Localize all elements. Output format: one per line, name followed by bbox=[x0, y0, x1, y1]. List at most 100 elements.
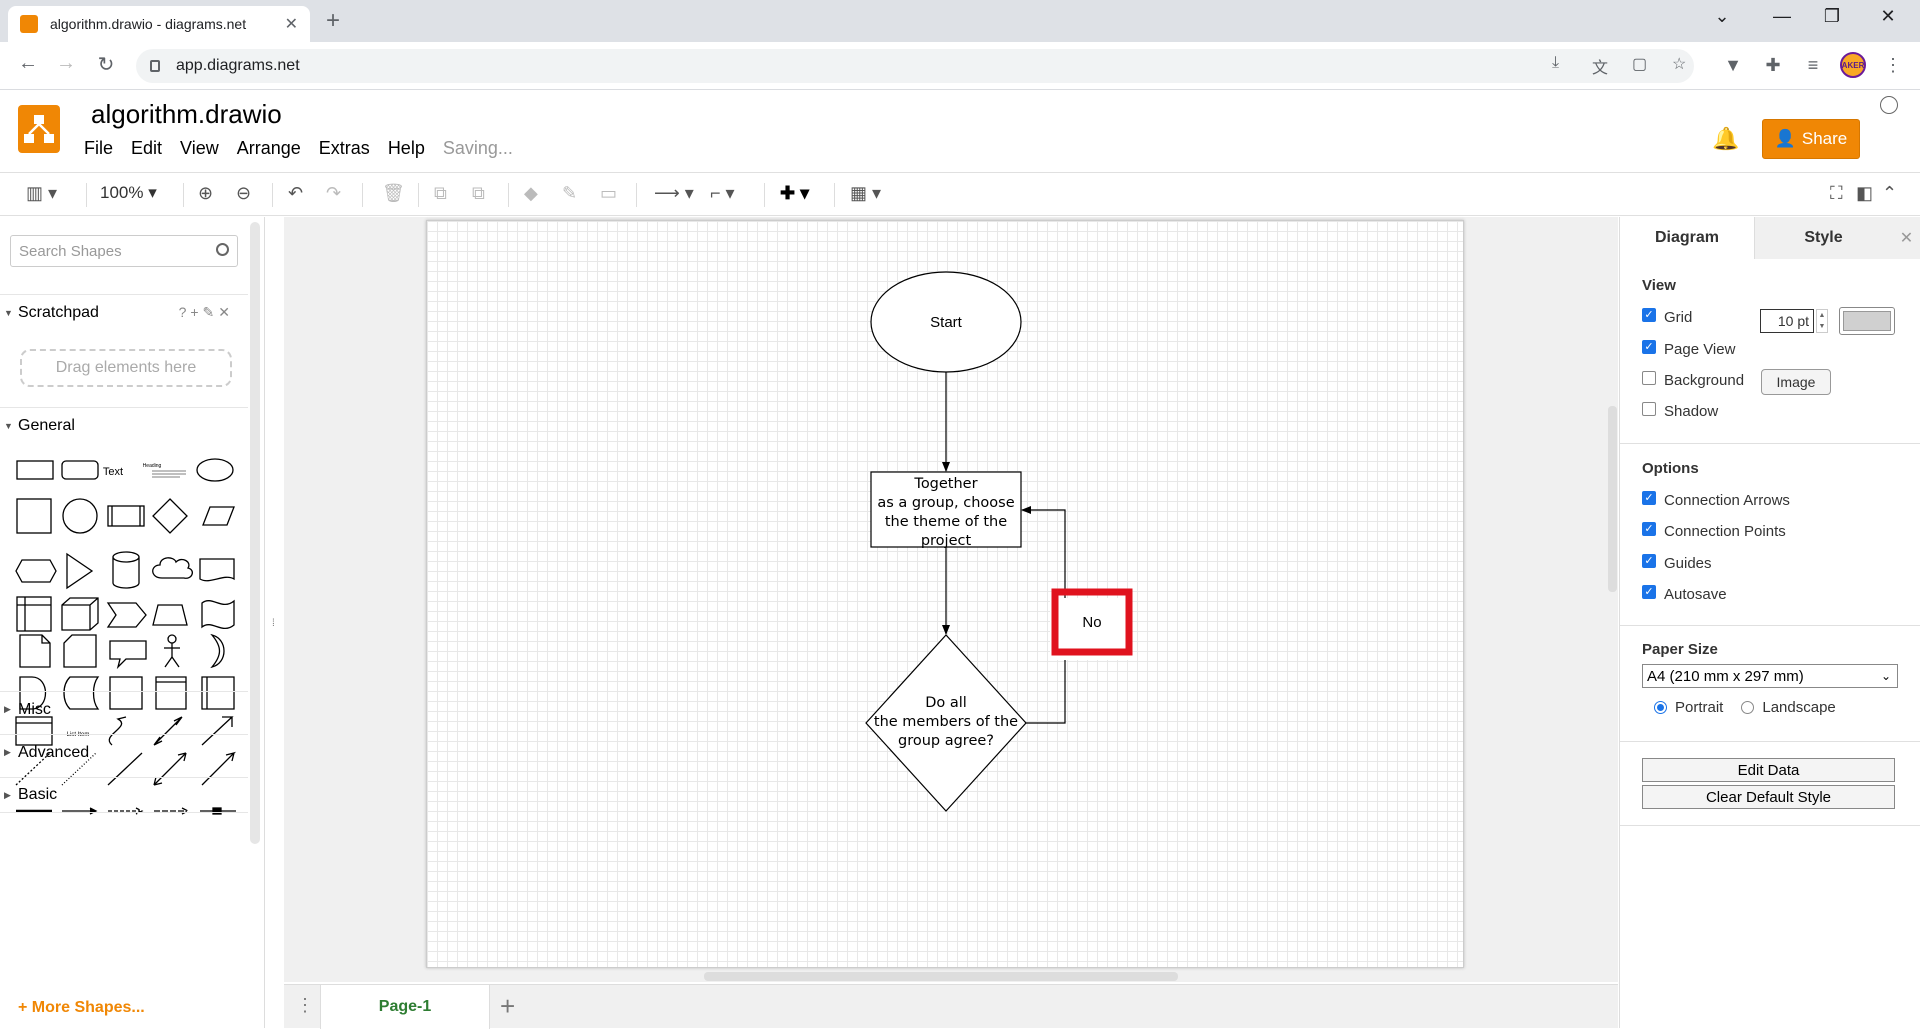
canvas-horizontal-scrollbar[interactable] bbox=[704, 972, 1178, 981]
autosave-checkbox[interactable]: ✓ bbox=[1642, 584, 1656, 599]
fullscreen-icon[interactable]: ⛶ bbox=[1830, 183, 1843, 204]
extensions-puzzle-icon[interactable]: ✚ bbox=[1760, 55, 1786, 76]
grid-size-input[interactable]: 10 pt bbox=[1760, 309, 1814, 333]
background-image-button[interactable]: Image bbox=[1761, 369, 1831, 395]
tab-style[interactable]: Style bbox=[1754, 217, 1892, 259]
shapes-scrollbar[interactable] bbox=[250, 222, 260, 844]
format-panel-toggle-icon[interactable]: ▥ ▾ bbox=[26, 183, 57, 204]
advanced-header[interactable]: ▶ Advanced bbox=[0, 734, 248, 770]
insert-plus-icon[interactable]: ✚ ▾ bbox=[780, 183, 809, 204]
language-globe-icon[interactable] bbox=[1880, 96, 1898, 114]
fill-color-icon[interactable]: ◆ bbox=[524, 183, 538, 204]
add-page-icon[interactable]: + bbox=[500, 991, 515, 1022]
shapes-panel: Search Shapes ▼ Scratchpad ?+✎✕ Drag ele… bbox=[0, 217, 265, 1028]
grid-size-stepper[interactable]: ▲ ▼ bbox=[1816, 309, 1828, 333]
menu-extras[interactable]: Extras bbox=[319, 138, 370, 159]
close-tab-icon[interactable]: ✕ bbox=[285, 14, 298, 34]
shape-ellipse bbox=[196, 458, 234, 482]
reload-icon[interactable]: ↻ bbox=[92, 52, 120, 77]
tab-search-icon[interactable]: ⌄ bbox=[1702, 6, 1742, 27]
paper-size-select[interactable]: A4 (210 mm x 297 mm) ⌄ bbox=[1642, 664, 1898, 688]
shadow-checkbox[interactable] bbox=[1642, 401, 1656, 416]
restore-icon[interactable]: ❐ bbox=[1812, 6, 1852, 27]
more-shapes-button[interactable]: + More Shapes... bbox=[18, 999, 145, 1017]
connection-points-row: ✓ Connection Points bbox=[1642, 521, 1786, 540]
grid-color-button[interactable] bbox=[1839, 307, 1895, 335]
basic-label: Basic bbox=[18, 786, 58, 803]
to-front-icon[interactable]: ⧉ bbox=[434, 183, 447, 204]
to-back-icon[interactable]: ⧉ bbox=[472, 183, 485, 204]
shadow-label: Shadow bbox=[1664, 403, 1719, 420]
search-icon[interactable] bbox=[216, 243, 229, 256]
shadow-icon[interactable]: ▭ bbox=[600, 183, 617, 204]
connection-points-checkbox[interactable]: ✓ bbox=[1642, 521, 1656, 536]
background-checkbox[interactable] bbox=[1642, 370, 1656, 385]
diagram-page[interactable]: Start Together as a group, choose the th… bbox=[426, 220, 1464, 968]
edit-data-button[interactable]: Edit Data bbox=[1642, 758, 1895, 782]
scratchpad-dropzone[interactable]: Drag elements here bbox=[20, 349, 232, 387]
undo-icon[interactable]: ↶ bbox=[288, 183, 303, 204]
back-icon[interactable]: ← bbox=[14, 52, 42, 75]
tab-diagram[interactable]: Diagram bbox=[1620, 217, 1754, 259]
scratchpad-header[interactable]: ▼ Scratchpad ?+✎✕ bbox=[0, 294, 248, 330]
bookmark-star-icon[interactable]: ☆ bbox=[1672, 54, 1686, 74]
line-color-icon[interactable]: ✎ bbox=[562, 183, 577, 204]
share-button[interactable]: 👤 Share bbox=[1762, 119, 1860, 159]
clear-default-style-button[interactable]: Clear Default Style bbox=[1642, 785, 1895, 809]
menu-help[interactable]: Help bbox=[388, 138, 425, 159]
panel-resize-handle[interactable]: ⁞ bbox=[272, 618, 275, 629]
no-label: No bbox=[1082, 614, 1101, 631]
portrait-radio[interactable] bbox=[1654, 701, 1667, 714]
profile-avatar[interactable]: AKER bbox=[1840, 52, 1866, 78]
basic-header[interactable]: ▶ Basic bbox=[0, 777, 248, 813]
menu-file[interactable]: File bbox=[84, 138, 113, 159]
page-view-checkbox[interactable]: ✓ bbox=[1642, 339, 1656, 354]
pages-menu-icon[interactable]: ⋮ bbox=[296, 995, 314, 1016]
misc-header[interactable]: ▶ Misc bbox=[0, 691, 248, 727]
forward-icon[interactable]: → bbox=[52, 52, 80, 75]
connection-style-icon[interactable]: ⟶ ▾ bbox=[654, 183, 694, 204]
extension-shield-icon[interactable]: ▼ bbox=[1720, 55, 1746, 76]
translate-icon[interactable]: 文 bbox=[1592, 54, 1608, 78]
scratchpad-actions-icon[interactable]: ?+✎✕ bbox=[179, 304, 234, 321]
browser-tab[interactable]: algorithm.drawio - diagrams.net ✕ bbox=[8, 6, 310, 42]
minimize-icon[interactable]: — bbox=[1762, 6, 1802, 27]
background-row: Background bbox=[1642, 370, 1744, 389]
page-action-icon[interactable]: ▢ bbox=[1632, 54, 1647, 74]
zoom-out-icon[interactable]: ⊖ bbox=[236, 183, 251, 204]
connection-arrows-checkbox[interactable]: ✓ bbox=[1642, 490, 1656, 505]
search-shapes-input[interactable]: Search Shapes bbox=[10, 235, 238, 267]
redo-icon[interactable]: ↷ bbox=[326, 183, 341, 204]
format-panel-icon[interactable]: ◧ bbox=[1856, 183, 1873, 204]
close-window-icon[interactable]: ✕ bbox=[1868, 6, 1908, 27]
general-header[interactable]: ▼ General bbox=[0, 407, 248, 443]
collapse-icon[interactable]: ⌃ bbox=[1882, 183, 1897, 204]
orientation-row: Portrait Landscape bbox=[1654, 699, 1836, 716]
canvas-vertical-scrollbar[interactable] bbox=[1608, 406, 1617, 592]
shape-cylinder bbox=[112, 551, 140, 589]
media-queue-icon[interactable]: ≡ bbox=[1800, 55, 1826, 76]
browser-menu-icon[interactable]: ⋮ bbox=[1880, 55, 1906, 76]
zoom-in-icon[interactable]: ⊕ bbox=[198, 183, 213, 204]
delete-icon[interactable]: 🗑 bbox=[382, 183, 405, 204]
flowchart[interactable]: Start Together as a group, choose the th… bbox=[427, 221, 1465, 969]
new-tab-icon[interactable]: + bbox=[326, 8, 340, 34]
menu-edit[interactable]: Edit bbox=[131, 138, 162, 159]
url-bar[interactable]: app.diagrams.net bbox=[136, 49, 1694, 83]
grid-checkbox[interactable]: ✓ bbox=[1642, 307, 1656, 322]
shape-step bbox=[106, 602, 147, 628]
zoom-dropdown[interactable]: 100% ▾ bbox=[100, 183, 157, 203]
format-tabs: Diagram Style ✕ bbox=[1620, 217, 1920, 259]
install-app-icon[interactable]: ⤓ bbox=[1552, 54, 1559, 72]
landscape-radio[interactable] bbox=[1741, 701, 1755, 714]
menu-arrange[interactable]: Arrange bbox=[237, 138, 301, 159]
menu-view[interactable]: View bbox=[180, 138, 219, 159]
guides-checkbox[interactable]: ✓ bbox=[1642, 553, 1656, 568]
close-panel-icon[interactable]: ✕ bbox=[1892, 217, 1920, 259]
notification-bell-icon[interactable]: 🔔 bbox=[1712, 126, 1739, 152]
page-tab-page-1[interactable]: Page-1 bbox=[320, 985, 490, 1029]
document-title[interactable]: algorithm.drawio bbox=[91, 99, 282, 130]
drawio-logo[interactable] bbox=[18, 105, 60, 153]
waypoints-icon[interactable]: ⌐ ▾ bbox=[710, 183, 735, 204]
table-icon[interactable]: ▦ ▾ bbox=[850, 183, 881, 204]
